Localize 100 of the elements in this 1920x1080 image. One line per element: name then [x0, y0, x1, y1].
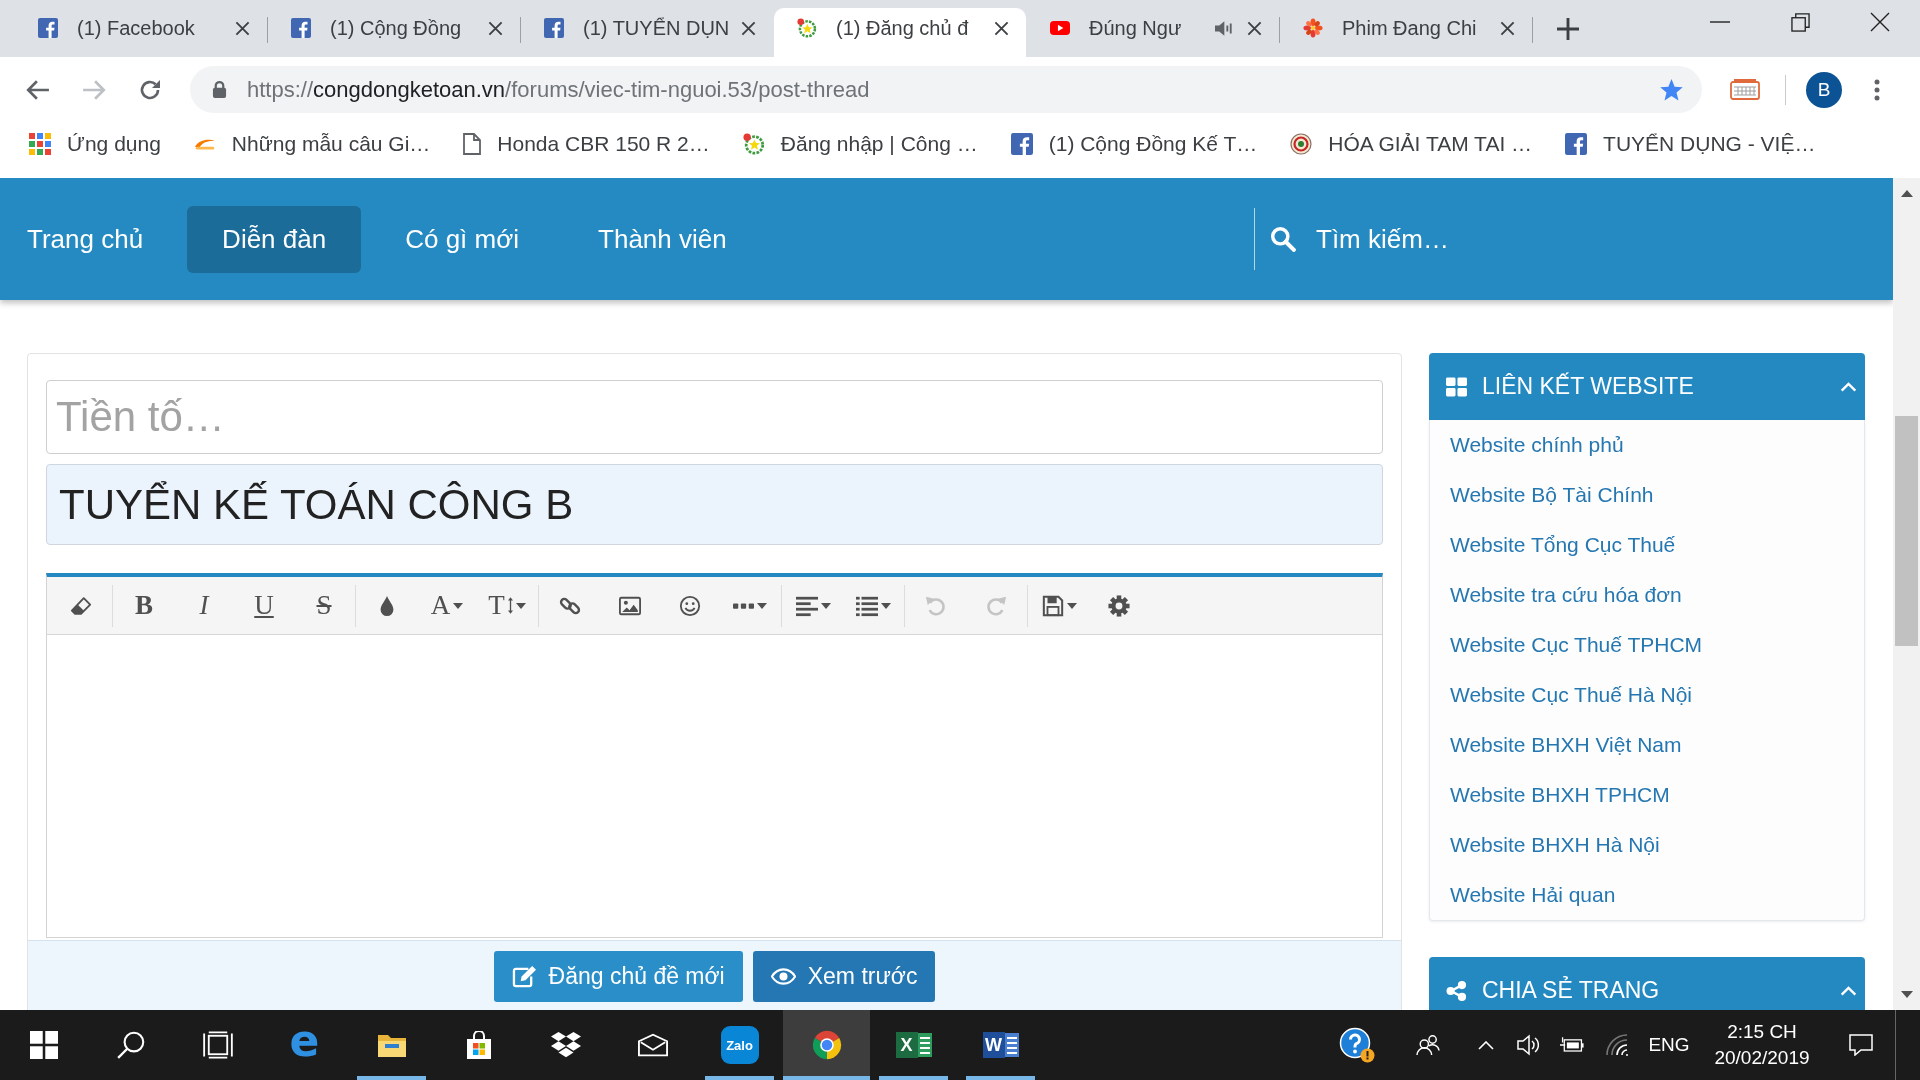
arrow-right-icon [82, 78, 106, 101]
address-bar[interactable]: https://congdongketoan.vn/forums/viec-tim-nguoi.53/post-thread [190, 66, 1702, 113]
taskbar-app-button[interactable]: X [870, 1010, 957, 1080]
wifi-icon[interactable] [1606, 1034, 1630, 1056]
close-icon[interactable] [235, 20, 250, 36]
help-icon[interactable] [1339, 1027, 1375, 1063]
sidebar-link[interactable]: Website BHXH Hà Nội [1430, 820, 1864, 870]
language-indicator[interactable]: ENG [1648, 1034, 1690, 1056]
taskbar-app-button[interactable]: e [261, 1010, 348, 1080]
sidebar-link[interactable]: Website Cục Thuế TPHCM [1430, 620, 1864, 670]
lock-icon[interactable] [212, 80, 227, 99]
bookmark-item[interactable]: Đăng nhập | Công … [730, 126, 990, 162]
keyboard-icon[interactable] [1730, 78, 1760, 101]
share-icon [1446, 980, 1467, 1001]
caret-icon [515, 602, 526, 609]
undo-icon [925, 594, 947, 617]
sidebar-link[interactable]: Website chính phủ [1430, 420, 1864, 470]
bookmark-item[interactable]: TUYỂN DỤNG - VIỆ… [1553, 126, 1828, 162]
close-icon[interactable] [1500, 20, 1515, 36]
preview-button[interactable]: Xem trước [752, 951, 936, 1002]
list-icon [855, 594, 878, 617]
nav-tab[interactable]: Có gì mới [370, 205, 555, 273]
windows-logo-icon[interactable] [28, 1031, 59, 1059]
browser-tab[interactable]: (1) Đăng chủ đ [774, 8, 1026, 57]
toolbar-button[interactable]: A [417, 581, 477, 630]
browser-tab[interactable]: (1) Facebook [15, 8, 267, 57]
align-left-icon [795, 594, 818, 617]
people-icon[interactable] [1416, 1034, 1440, 1056]
browser-tab[interactable]: Đúng Ngư [1027, 8, 1279, 57]
browser-tab[interactable]: Phim Đang Chi [1280, 8, 1532, 57]
letter-f-icon [1565, 133, 1588, 155]
chevron-up-icon[interactable] [1478, 1040, 1494, 1050]
browser-tab[interactable]: (1) Cộng Đồng [268, 8, 520, 57]
smiley-icon [679, 594, 701, 617]
toolbar-button[interactable]: U [234, 581, 294, 630]
bookmark-item[interactable]: HÓA GIẢI TAM TAI … [1278, 126, 1545, 162]
bookmark-item[interactable]: Honda CBR 150 R 2… [451, 126, 722, 162]
image-icon [619, 594, 641, 617]
star-icon[interactable] [1659, 77, 1684, 102]
envelope-icon [637, 1031, 668, 1059]
flower-icon [1303, 18, 1323, 38]
clock-time[interactable]: 2:15 CH [1727, 1021, 1797, 1043]
letter-f-icon [291, 18, 311, 38]
close-icon[interactable] [994, 20, 1009, 36]
toolbar-button[interactable]: B [114, 581, 174, 630]
taskbar-app-button[interactable]: Zalo [696, 1010, 783, 1080]
sidebar-link[interactable]: Website Tổng Cục Thuế [1430, 520, 1864, 570]
open-box-icon [550, 1031, 581, 1059]
redo-icon [985, 594, 1007, 617]
bookmark-item[interactable]: Ứng dụng [17, 126, 173, 162]
sidebar-link[interactable]: Website Cục Thuế Hà Nội [1430, 670, 1864, 720]
taskbar-app-button[interactable]: W [957, 1010, 1044, 1080]
close-icon[interactable] [1870, 12, 1890, 32]
close-icon[interactable] [1247, 20, 1262, 36]
browser-tab[interactable]: (1) TUYỂN DỤN [521, 8, 773, 57]
scrollbar-thumb[interactable] [1895, 416, 1918, 646]
star-wreath-icon [797, 18, 817, 38]
sidebar-link[interactable]: Website Bộ Tài Chính [1430, 470, 1864, 520]
search-link[interactable]: Tìm kiếm… [1254, 208, 1865, 270]
bookmark-item[interactable]: Những mẫu câu Gi… [181, 126, 443, 162]
nav-tab[interactable]: Trang chủ [0, 205, 179, 273]
prefix-field[interactable]: Tiền tố… [46, 380, 1383, 454]
toolbar-button[interactable]: I [174, 581, 234, 630]
speaker-icon[interactable] [1517, 1034, 1541, 1056]
kebab-menu-icon[interactable] [1874, 78, 1880, 101]
post-thread-button[interactable]: Đăng chủ đề mới [493, 951, 743, 1002]
caret-icon [757, 602, 767, 609]
taskbar-app-button[interactable] [783, 1010, 870, 1080]
gear-icon [1108, 594, 1130, 617]
sidebar-link[interactable]: Website Hải quan [1430, 870, 1864, 920]
play-icon [1050, 18, 1070, 38]
search-icon[interactable] [115, 1031, 146, 1059]
sidebar-link[interactable]: Website BHXH Việt Nam [1430, 720, 1864, 770]
arrow-left-icon [26, 78, 50, 101]
toolbar-button[interactable]: S [294, 581, 354, 630]
title-field[interactable]: TUYỂN KẾ TOÁN CÔNG B [46, 464, 1383, 545]
edit-icon [511, 965, 537, 988]
triangle-down-icon[interactable] [1900, 991, 1913, 998]
triangle-up-icon[interactable] [1900, 190, 1913, 197]
restore-icon[interactable] [1790, 12, 1810, 32]
scrollbar[interactable] [1893, 178, 1920, 1010]
caret-icon [880, 602, 891, 609]
close-icon[interactable] [488, 20, 503, 36]
task-view-icon[interactable] [202, 1031, 233, 1059]
plus-icon[interactable] [1557, 18, 1579, 40]
medal-icon [1290, 133, 1313, 155]
grid-icon [1446, 376, 1467, 397]
toolbar-button[interactable]: T [477, 581, 537, 630]
sidebar-link[interactable]: Website BHXH TPHCM [1430, 770, 1864, 820]
nav-tab[interactable]: Diễn đàn [187, 205, 362, 273]
nav-tab[interactable]: Thành viên [563, 205, 762, 273]
bookmark-item[interactable]: (1) Cộng Đồng Kế T… [998, 126, 1270, 162]
sidebar-link[interactable]: Website tra cứu hóa đơn [1430, 570, 1864, 620]
search-icon [1270, 226, 1296, 252]
profile-button[interactable]: B [1806, 71, 1842, 108]
clock-date[interactable]: 20/02/2019 [1714, 1047, 1810, 1069]
close-icon[interactable] [741, 20, 756, 36]
caret-icon [1066, 602, 1077, 609]
speech-bubble-icon[interactable] [1849, 1034, 1873, 1056]
letter-f-icon [1010, 133, 1033, 155]
